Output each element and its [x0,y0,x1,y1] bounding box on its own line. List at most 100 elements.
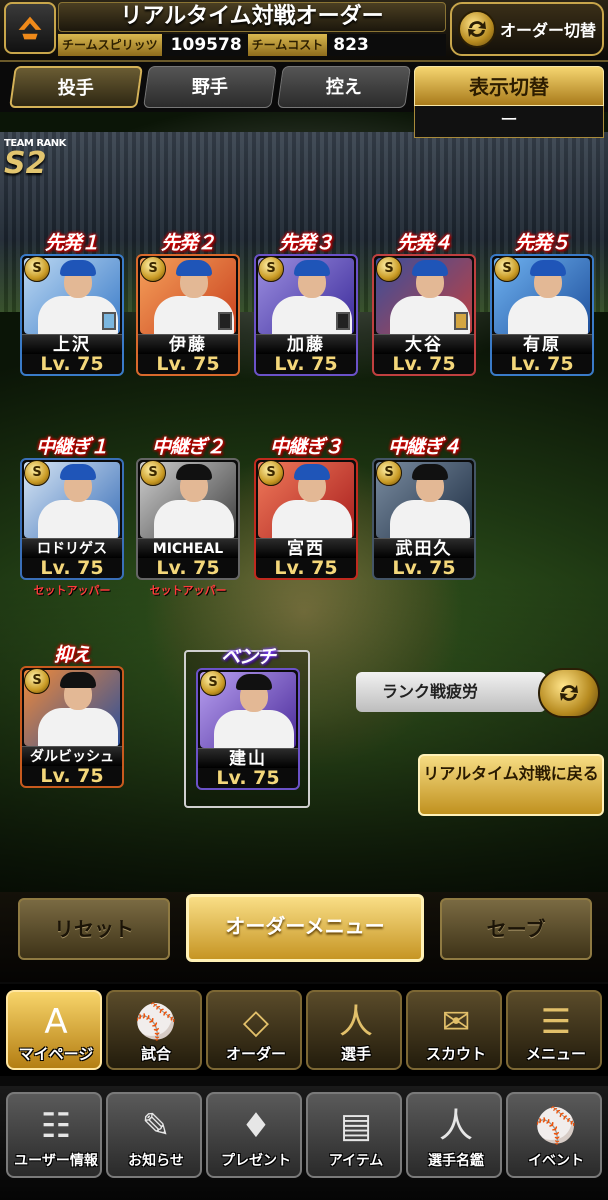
nav-item-home[interactable]: A マイページ [6,990,102,1070]
starter-slot-5[interactable]: 先発５ S 有原 Lv. 75 [490,228,594,376]
portrait-cap [412,464,448,480]
sub-nav-item-player-book[interactable]: 人選手名鑑 [406,1092,502,1178]
player-level: Lv. 75 [40,353,104,375]
slot-role-label: 先発４ [396,232,452,254]
rarity-badge-icon: S [24,668,50,694]
nav-item-scout[interactable]: ✉ スカウト [406,990,502,1070]
fatigue-recover-icon[interactable] [538,668,600,718]
equipment-slot-icon [336,312,350,330]
display-switch-button[interactable]: 表示切替 ー [414,66,604,138]
nav-item-player[interactable]: 人選手 [306,990,402,1070]
team-cost-value: 823 [327,34,446,56]
save-button[interactable]: セーブ [440,898,592,960]
switch-arrows-icon [458,10,496,48]
header: リアルタイム対戦オーダー チームスピリッツ 109578 チームコスト 823 … [0,0,608,62]
player-level: Lv. 75 [156,557,220,579]
equipment-slot-icon [454,312,468,330]
nav-item-menu[interactable]: ☰ メニュー [506,990,602,1070]
sub-nav-item-label: アイテム [328,1153,384,1169]
portrait-cap [530,260,566,276]
player-card[interactable]: S ロドリゲス Lv. 75 [20,458,124,580]
reliever-slot-1[interactable]: 中継ぎ１ S ロドリゲス Lv. 75 セットアッパー [20,432,124,598]
scout-icon: ✉ [441,1002,471,1042]
sub-nav-item-item[interactable]: ▤ アイテム [306,1092,402,1178]
reliever-slot-2[interactable]: 中継ぎ２ S MICHEAL Lv. 75 セットアッパー [136,432,240,598]
nav-item-field[interactable]: ◇ オーダー [206,990,302,1070]
portrait-body [272,500,352,538]
player-card[interactable]: S 伊藤 Lv. 75 [136,254,240,376]
back-to-realtime-button[interactable]: リアルタイム対戦に戻る [418,754,604,816]
tab-fielder[interactable]: 野手 [143,66,277,108]
starter-slot-3[interactable]: 先発３ S 加藤 Lv. 75 [254,228,358,376]
nav-item-label: 試合 [140,1045,171,1063]
reset-button[interactable]: リセット [18,898,170,960]
player-card[interactable]: S 上沢 Lv. 75 [20,254,124,376]
closer-slot[interactable]: 抑え S ダルビッシュ Lv. 75 [20,640,124,788]
player-name: 上沢 [22,334,122,355]
home-icon: A [44,1002,68,1042]
rarity-badge-icon: S [258,460,284,486]
portrait-cap [60,464,96,480]
rank-fatigue-control[interactable]: ランク戦疲労 [356,668,604,718]
field-icon: ◇ [242,1002,270,1042]
reliever-slot-3[interactable]: 中継ぎ３ S 宮西 Lv. 75 [254,432,358,582]
portrait-body [508,296,588,334]
sub-nav-item-event[interactable]: ⚾ イベント [506,1092,602,1178]
nav-item-label: 選手 [340,1045,371,1063]
order-switch-label: オーダー切替 [500,21,597,40]
player-name: 武田久 [374,538,474,559]
player-card[interactable]: S 武田久 Lv. 75 [372,458,476,580]
player-card[interactable]: S ダルビッシュ Lv. 75 [20,666,124,788]
starter-slot-4[interactable]: 先発４ S 大谷 Lv. 75 [372,228,476,376]
rarity-badge-icon: S [376,460,402,486]
main-nav: A マイページ ⚾ 試合 ◇ オーダー 人選手 ✉ スカウト ☰ メニュー [0,984,608,1076]
slot-role-label: 中継ぎ４ [387,436,461,458]
sub-nav-item-user-info[interactable]: ☷ ユーザー情報 [6,1092,102,1178]
portrait-cap [60,260,96,276]
role-note: セットアッパー [33,584,111,597]
portrait-cap [176,260,212,276]
tab-fielder-label: 野手 [191,77,228,98]
portrait-body [38,500,118,538]
player-card[interactable]: S 大谷 Lv. 75 [372,254,476,376]
slot-role-label: 先発１ [44,232,100,254]
rarity-badge-icon: S [494,256,520,282]
player-card[interactable]: S 建山 Lv. 75 [196,668,300,790]
rarity-badge-icon: S [24,256,50,282]
sub-nav-item-present[interactable]: ♦ プレゼント [206,1092,302,1178]
slot-role-label: 先発３ [278,232,334,254]
nav-item-label: マイページ [18,1045,94,1063]
rank-fatigue-label: ランク戦疲労 [356,672,546,712]
player-card[interactable]: S MICHEAL Lv. 75 [136,458,240,580]
reliever-slot-4[interactable]: 中継ぎ４ S 武田久 Lv. 75 [372,432,476,582]
player-level: Lv. 75 [40,765,104,787]
slot-role-label: 先発２ [160,232,216,254]
sub-nav-item-notice[interactable]: ✎ お知らせ [106,1092,202,1178]
rarity-badge-icon: S [200,670,226,696]
player-name: 伊藤 [138,334,238,355]
event-icon: ⚾ [534,1106,578,1146]
player-card[interactable]: S 加藤 Lv. 75 [254,254,358,376]
team-rank-value: S2 [4,146,47,181]
tab-pitcher[interactable]: 投手 [9,66,143,108]
player-level: Lv. 75 [156,353,220,375]
player-level: Lv. 75 [274,353,338,375]
team-rank: TEAM RANK S2 [4,138,74,179]
portrait-cap [412,260,448,276]
portrait-cap [294,464,330,480]
player-name: 建山 [198,748,298,769]
tab-reserve[interactable]: 控え [277,66,411,108]
nav-item-stadium[interactable]: ⚾ 試合 [106,990,202,1070]
starter-slot-2[interactable]: 先発２ S 伊藤 Lv. 75 [136,228,240,376]
starter-slot-1[interactable]: 先発１ S 上沢 Lv. 75 [20,228,124,376]
player-card[interactable]: S 宮西 Lv. 75 [254,458,358,580]
bench-slot[interactable]: ベンチ S 建山 Lv. 75 [196,642,300,790]
rarity-badge-icon: S [24,460,50,486]
player-level: Lv. 75 [510,353,574,375]
rarity-badge-icon: S [258,256,284,282]
order-menu-button[interactable]: オーダーメニュー [186,894,424,962]
order-switch-button[interactable]: オーダー切替 [450,2,604,56]
player-level: Lv. 75 [392,557,456,579]
player-card[interactable]: S 有原 Lv. 75 [490,254,594,376]
notice-icon: ✎ [141,1106,171,1146]
